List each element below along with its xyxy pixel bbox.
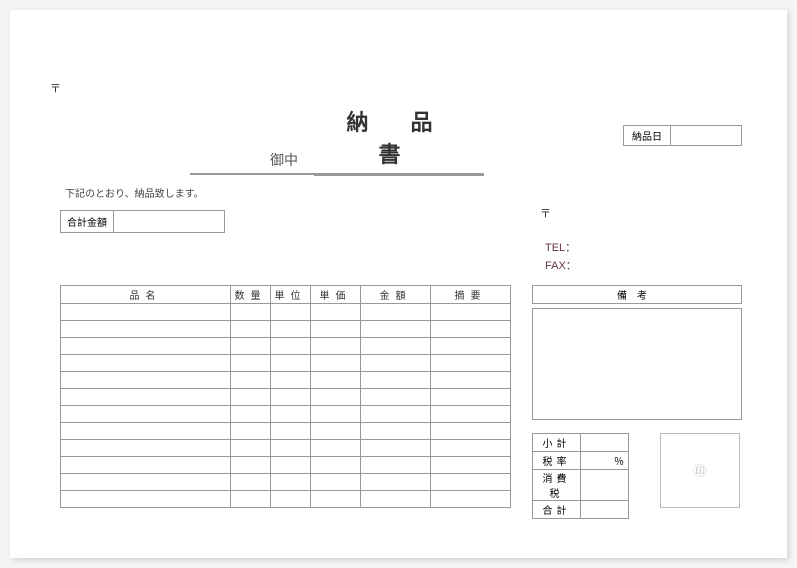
total-value bbox=[581, 501, 629, 519]
grand-total-box: 合計金額 bbox=[60, 210, 225, 233]
contact-block: TEL： FAX： bbox=[545, 240, 577, 275]
tax-value bbox=[581, 470, 629, 501]
col-header-qty: 数量 bbox=[231, 286, 271, 304]
remarks-body bbox=[532, 308, 742, 420]
items-header-row: 品名 数量 単位 単価 金額 摘要 bbox=[61, 286, 511, 304]
table-row bbox=[61, 491, 511, 508]
col-header-name: 品名 bbox=[61, 286, 231, 304]
taxrate-label: 税率 bbox=[533, 452, 581, 470]
remarks-section: 備考 bbox=[532, 285, 742, 420]
tel-label: TEL： bbox=[545, 240, 577, 258]
items-body bbox=[61, 304, 511, 508]
col-header-amount: 金額 bbox=[361, 286, 431, 304]
table-row bbox=[61, 474, 511, 491]
table-row bbox=[61, 406, 511, 423]
fax-label: FAX： bbox=[545, 258, 577, 276]
table-row bbox=[61, 355, 511, 372]
delivery-date-box: 納品日 bbox=[623, 125, 742, 146]
table-row bbox=[61, 423, 511, 440]
postal-mark-left: 〒 bbox=[50, 80, 61, 96]
remarks-header: 備考 bbox=[532, 285, 742, 304]
subtotal-label: 小計 bbox=[533, 434, 581, 452]
table-row bbox=[61, 372, 511, 389]
delivery-slip-page: 〒 納 品 書 納品日 御中 下記のとおり、納品致します。 合計金額 〒 TEL… bbox=[10, 10, 787, 558]
tax-label: 消費税 bbox=[533, 470, 581, 501]
table-row bbox=[61, 321, 511, 338]
grand-total-value bbox=[114, 211, 224, 232]
stamp-box: ㊞ bbox=[660, 433, 740, 508]
table-row bbox=[61, 304, 511, 321]
table-row bbox=[61, 389, 511, 406]
table-row bbox=[61, 338, 511, 355]
grand-total-label: 合計金額 bbox=[61, 211, 114, 232]
subtotal-value bbox=[581, 434, 629, 452]
summary-table: 小計 税率 ％ 消費税 合計 bbox=[532, 433, 629, 519]
items-table: 品名 数量 単位 単価 金額 摘要 bbox=[60, 285, 511, 508]
table-row bbox=[61, 440, 511, 457]
total-label: 合計 bbox=[533, 501, 581, 519]
delivery-date-value bbox=[671, 126, 741, 145]
summary-row-total: 合計 bbox=[533, 501, 629, 519]
table-row bbox=[61, 457, 511, 474]
taxrate-value: ％ bbox=[581, 452, 629, 470]
postal-mark-right: 〒 bbox=[540, 205, 551, 221]
summary-row-taxrate: 税率 ％ bbox=[533, 452, 629, 470]
col-header-note: 摘要 bbox=[431, 286, 511, 304]
col-header-price: 単価 bbox=[311, 286, 361, 304]
stamp-icon: ㊞ bbox=[693, 461, 707, 481]
col-header-unit: 単位 bbox=[271, 286, 311, 304]
recipient-suffix: 御中 bbox=[190, 150, 328, 175]
delivery-date-label: 納品日 bbox=[624, 126, 671, 145]
summary-row-subtotal: 小計 bbox=[533, 434, 629, 452]
summary-row-tax: 消費税 bbox=[533, 470, 629, 501]
document-title: 納 品 書 bbox=[314, 105, 484, 176]
delivery-statement: 下記のとおり、納品致します。 bbox=[65, 185, 204, 200]
